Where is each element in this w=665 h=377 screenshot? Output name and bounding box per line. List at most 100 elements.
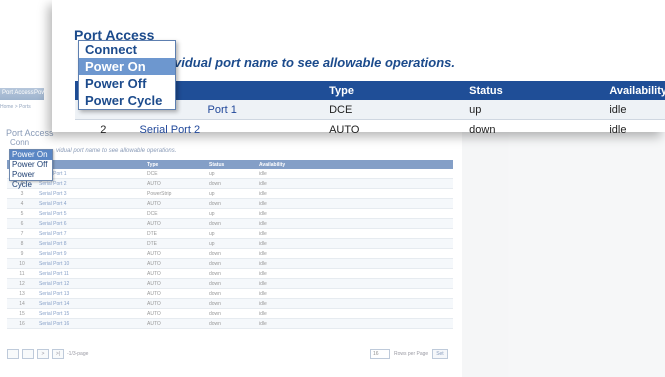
port-name-link[interactable]: Serial Port 4 [37,198,145,209]
row-availability: idle [257,198,453,209]
row-availability: idle [601,100,665,120]
col-status[interactable]: Status [207,160,257,169]
table-row[interactable]: 7 Serial Port 7 DTE up idle [7,228,453,239]
set-button[interactable]: Set [432,349,448,359]
row-num: 5 [7,208,37,219]
breadcrumb[interactable]: Home > Ports [0,104,31,110]
row-status: down [207,318,257,329]
port-name-link[interactable]: Serial Port 2 [132,120,322,140]
row-status: up [207,238,257,249]
connect-item[interactable]: Conn [10,138,29,147]
row-num: 8 [7,238,37,249]
page-title: Port Access [6,128,54,138]
col-name [37,160,145,169]
row-status: down [207,268,257,279]
table-row[interactable]: 9 Serial Port 9 AUTO down idle [7,248,453,259]
port-name-text[interactable]: Port 1 [208,104,237,116]
port-name-link[interactable]: Serial Port 13 [37,288,145,299]
port-name-link[interactable]: Serial Port 1 [37,169,145,179]
table-row[interactable]: 4 Serial Port 4 AUTO down idle [7,198,453,209]
row-num: 12 [7,278,37,289]
row-type: DCE [145,208,207,219]
table-row[interactable]: 1Serial Port 1DCEupidle [7,169,453,179]
row-availability: idle [257,188,453,199]
row-status: down [207,308,257,319]
menu-item-power-off[interactable]: Power Off [79,75,175,92]
port-name-link[interactable]: Serial Port 3 [37,188,145,199]
port-name-link[interactable]: Serial Port 15 [37,308,145,319]
table-row[interactable]: 8 Serial Port 8 DTE up idle [7,238,453,249]
menu-item-power-on[interactable]: Power On [79,58,175,75]
table-row[interactable]: 16 Serial Port 16 AUTO down idle [7,318,453,329]
table-row[interactable]: 2 Serial Port 2 AUTO down idle [7,178,453,189]
table-row[interactable]: 14 Serial Port 14 AUTO down idle [7,298,453,309]
zoom-col-type[interactable]: Type [321,81,462,100]
col-type[interactable]: Type [145,160,207,169]
row-status: down [207,298,257,309]
row-availability: idle [257,268,453,279]
page-indicator: -1/3-page [67,351,89,357]
menu-item-connect[interactable]: Connect [79,41,175,58]
row-type: DTE [145,238,207,249]
row-num: 15 [7,308,37,319]
port-name-link[interactable]: Serial Port 14 [37,298,145,309]
port-name-link[interactable]: Serial Port 12 [37,278,145,289]
row-type: AUTO [145,258,207,269]
port-name-link[interactable]: Serial Port 2 [37,178,145,189]
tab-power[interactable]: Pow [34,90,46,96]
pager: > >| -1/3-page [7,349,88,359]
port-name-link[interactable]: Serial Port 11 [37,268,145,279]
row-status: down [207,278,257,289]
row-status: up [207,188,257,199]
table-row[interactable]: 5 Serial Port 5 DCE up idle [7,208,453,219]
first-page-button[interactable] [7,349,19,359]
row-status: up [207,169,257,179]
menu-item-power-off[interactable]: Power Off [10,160,52,170]
row-num: 9 [7,248,37,259]
port-name-link[interactable]: Serial Port 9 [37,248,145,259]
zoom-col-availability[interactable]: Availability [601,81,665,100]
port-name-link[interactable]: Serial Port 8 [37,238,145,249]
port-name-link[interactable]: Serial Port 10 [37,258,145,269]
row-type: DTE [145,228,207,239]
row-status: down [207,258,257,269]
menu-item-power-cycle[interactable]: Power Cycle [79,92,175,109]
table-row[interactable]: 2 Serial Port 2 AUTO down idle [75,120,665,140]
row-type: AUTO [145,278,207,289]
port-name-link[interactable]: Serial Port 6 [37,218,145,229]
menu-item-power-on[interactable]: Power On [10,150,52,160]
row-availability: idle [257,208,453,219]
row-num: 3 [7,188,37,199]
menu-item-power-cycle[interactable]: Power Cycle [10,170,52,189]
table-row[interactable]: 13 Serial Port 13 AUTO down idle [7,288,453,299]
row-availability: idle [257,169,453,179]
zoom-hint-label: vidual port name to see allowable operat… [174,55,456,70]
small-context-menu: Power On Power Off Power Cycle [9,149,53,189]
row-status: up [461,100,602,120]
prev-page-button[interactable] [22,349,34,359]
rows-per-page-input[interactable]: 16 [370,349,390,359]
col-availability[interactable]: Availability [257,160,453,169]
table-row[interactable]: 10 Serial Port 10 AUTO down idle [7,258,453,269]
row-status: down [207,218,257,229]
next-page-button[interactable]: > [37,349,49,359]
table-row[interactable]: 15 Serial Port 15 AUTO down idle [7,308,453,319]
row-num: 14 [7,298,37,309]
port-name-link[interactable]: Serial Port 16 [37,318,145,329]
row-status: up [207,228,257,239]
tab-port-access[interactable]: Port Access [2,90,34,96]
table-row[interactable]: 11 Serial Port 11 AUTO down idle [7,268,453,279]
port-name-link[interactable]: Serial Port 7 [37,228,145,239]
hint-text: vidual port name to see allowable operat… [56,148,177,154]
row-status: down [207,248,257,259]
table-row[interactable]: 12 Serial Port 12 AUTO down idle [7,278,453,289]
port-name-link[interactable]: Serial Port 5 [37,208,145,219]
ports-table: Type Status Availability 1Serial Port 1D… [7,160,453,329]
table-row[interactable]: 6 Serial Port 6 AUTO down idle [7,218,453,229]
table-row[interactable]: 3 Serial Port 3 PowerStrip up idle [7,188,453,199]
row-num: 10 [7,258,37,269]
row-availability: idle [257,258,453,269]
zoom-col-status[interactable]: Status [461,81,602,100]
row-status: down [207,198,257,209]
last-page-button[interactable]: >| [52,349,64,359]
